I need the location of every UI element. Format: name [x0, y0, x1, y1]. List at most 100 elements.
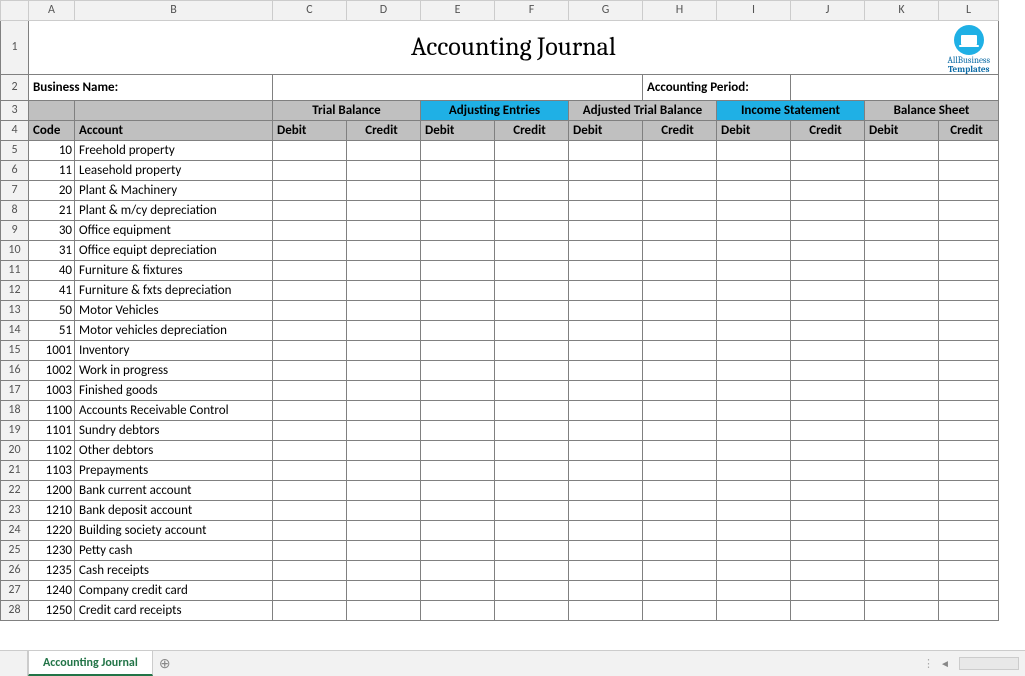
- cell[interactable]: [421, 361, 495, 381]
- cell[interactable]: [791, 161, 865, 181]
- cell[interactable]: [421, 241, 495, 261]
- cell[interactable]: [865, 261, 939, 281]
- cell[interactable]: [791, 361, 865, 381]
- cell[interactable]: [717, 241, 791, 261]
- cell[interactable]: [791, 221, 865, 241]
- cell[interactable]: [273, 261, 347, 281]
- cell[interactable]: [347, 401, 421, 421]
- cell[interactable]: [569, 441, 643, 461]
- cell[interactable]: [939, 221, 999, 241]
- tab-resize-handle[interactable]: ⋮: [923, 657, 931, 670]
- cell[interactable]: [791, 401, 865, 421]
- cell[interactable]: [643, 561, 717, 581]
- cell[interactable]: [791, 421, 865, 441]
- cell[interactable]: [939, 281, 999, 301]
- cell[interactable]: [865, 381, 939, 401]
- cell[interactable]: [569, 501, 643, 521]
- cell[interactable]: [865, 401, 939, 421]
- cell[interactable]: [347, 361, 421, 381]
- code-cell[interactable]: 1102: [29, 441, 75, 461]
- grid-area[interactable]: A B C D E F G H I J K L 1 Accounting Jou…: [0, 0, 1025, 650]
- cell[interactable]: [865, 481, 939, 501]
- add-sheet-button[interactable]: ⊕: [153, 652, 177, 676]
- row-header[interactable]: 10: [1, 241, 29, 261]
- code-cell[interactable]: 1230: [29, 541, 75, 561]
- account-cell[interactable]: Motor vehicles depreciation: [75, 321, 273, 341]
- account-cell[interactable]: Building society account: [75, 521, 273, 541]
- cell[interactable]: [495, 441, 569, 461]
- cell[interactable]: [791, 521, 865, 541]
- cell[interactable]: [939, 421, 999, 441]
- cell[interactable]: [273, 201, 347, 221]
- cell[interactable]: [865, 181, 939, 201]
- cell[interactable]: [865, 221, 939, 241]
- cell[interactable]: [421, 201, 495, 221]
- code-cell[interactable]: 1240: [29, 581, 75, 601]
- code-cell[interactable]: 40: [29, 261, 75, 281]
- code-cell[interactable]: 1103: [29, 461, 75, 481]
- cell[interactable]: [939, 601, 999, 621]
- cell[interactable]: [569, 381, 643, 401]
- cell[interactable]: [643, 381, 717, 401]
- cell[interactable]: [421, 221, 495, 241]
- cell[interactable]: [643, 461, 717, 481]
- cell[interactable]: [495, 301, 569, 321]
- code-cell[interactable]: 1200: [29, 481, 75, 501]
- cell[interactable]: [347, 601, 421, 621]
- cell[interactable]: [791, 261, 865, 281]
- cell[interactable]: [865, 581, 939, 601]
- cell[interactable]: [939, 481, 999, 501]
- code-cell[interactable]: 51: [29, 321, 75, 341]
- cell[interactable]: [421, 521, 495, 541]
- cell[interactable]: [421, 261, 495, 281]
- cell[interactable]: [421, 141, 495, 161]
- cell[interactable]: [569, 521, 643, 541]
- cell[interactable]: [495, 241, 569, 261]
- cell[interactable]: [273, 521, 347, 541]
- row-header[interactable]: 9: [1, 221, 29, 241]
- account-cell[interactable]: Inventory: [75, 341, 273, 361]
- row-header[interactable]: 17: [1, 381, 29, 401]
- cell[interactable]: [939, 521, 999, 541]
- code-cell[interactable]: 41: [29, 281, 75, 301]
- cell[interactable]: [273, 361, 347, 381]
- account-cell[interactable]: Bank deposit account: [75, 501, 273, 521]
- code-cell[interactable]: 50: [29, 301, 75, 321]
- cell[interactable]: [717, 141, 791, 161]
- cell[interactable]: [939, 501, 999, 521]
- cell[interactable]: [865, 281, 939, 301]
- cell[interactable]: [421, 321, 495, 341]
- col-header[interactable]: J: [791, 1, 865, 21]
- row-header[interactable]: 13: [1, 301, 29, 321]
- cell[interactable]: [569, 221, 643, 241]
- account-cell[interactable]: Plant & Machinery: [75, 181, 273, 201]
- cell[interactable]: [643, 261, 717, 281]
- account-cell[interactable]: Finished goods: [75, 381, 273, 401]
- account-cell[interactable]: Office equipment: [75, 221, 273, 241]
- cell[interactable]: [939, 161, 999, 181]
- cell[interactable]: [791, 201, 865, 221]
- cell[interactable]: [717, 301, 791, 321]
- cell[interactable]: [569, 341, 643, 361]
- code-cell[interactable]: 1235: [29, 561, 75, 581]
- row-header[interactable]: 7: [1, 181, 29, 201]
- col-header[interactable]: E: [421, 1, 495, 21]
- col-header[interactable]: I: [717, 1, 791, 21]
- cell[interactable]: [643, 321, 717, 341]
- cell[interactable]: [643, 281, 717, 301]
- cell[interactable]: [569, 321, 643, 341]
- cell[interactable]: [421, 281, 495, 301]
- cell[interactable]: [421, 481, 495, 501]
- cell[interactable]: [939, 341, 999, 361]
- account-cell[interactable]: Office equipt depreciation: [75, 241, 273, 261]
- row-header[interactable]: 26: [1, 561, 29, 581]
- cell[interactable]: [717, 261, 791, 281]
- row-header[interactable]: 23: [1, 501, 29, 521]
- cell[interactable]: [717, 381, 791, 401]
- cell[interactable]: [569, 201, 643, 221]
- col-header[interactable]: F: [495, 1, 569, 21]
- cell[interactable]: [495, 481, 569, 501]
- cell[interactable]: [273, 601, 347, 621]
- cell[interactable]: [569, 141, 643, 161]
- cell[interactable]: [273, 481, 347, 501]
